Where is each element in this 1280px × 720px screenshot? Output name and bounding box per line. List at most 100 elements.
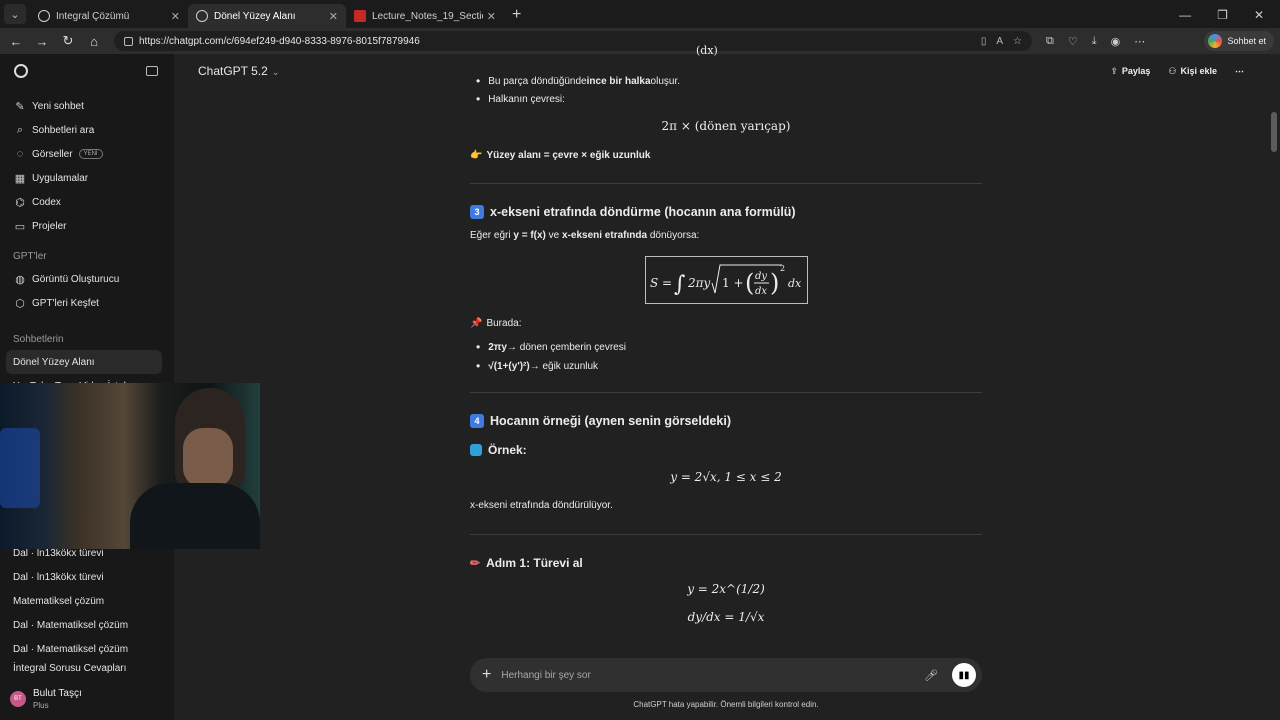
sidebar-item-label: Projeler bbox=[32, 220, 67, 232]
pushpin-icon: 📌 bbox=[470, 318, 483, 329]
sidebar-item-explore-gpts[interactable]: ⬡ GPT'leri Keşfet bbox=[0, 291, 174, 315]
chat-list-lower: Dal · ln13kökx türevi Dal · ln13kökx tür… bbox=[0, 541, 174, 675]
close-tab-icon[interactable]: ✕ bbox=[171, 10, 180, 23]
plus-icon[interactable]: + bbox=[482, 666, 491, 684]
close-tab-icon[interactable]: ✕ bbox=[487, 10, 496, 23]
composer[interactable]: + Herhangi bir şey sor 🎤︎ ▮▮ bbox=[470, 658, 982, 692]
sidebar-item-label: Codex bbox=[32, 196, 61, 208]
minimize-icon[interactable]: — bbox=[1179, 8, 1191, 22]
chatgpt-favicon-icon bbox=[38, 10, 50, 22]
text: Halkanın çevresi: bbox=[488, 93, 565, 105]
formula-dx: dx bbox=[788, 277, 802, 290]
home-icon[interactable]: ⌂ bbox=[84, 34, 104, 49]
sidebar-toggle-icon[interactable] bbox=[146, 66, 158, 76]
lock-icon bbox=[124, 36, 133, 46]
tab-actions-button[interactable]: ⌄ bbox=[4, 4, 26, 24]
paren-right: ) bbox=[770, 269, 779, 297]
share-icon: ⇪ bbox=[1110, 65, 1118, 76]
keycap-3-icon: 3 bbox=[470, 205, 484, 219]
text: oluşur. bbox=[650, 75, 681, 87]
example-heading: Örnek: bbox=[470, 443, 527, 457]
close-tab-icon[interactable]: ✕ bbox=[329, 10, 338, 23]
rotated-text: x-ekseni etrafında döndürülüyor. bbox=[470, 500, 613, 511]
sidebar-item-label: Yeni sohbet bbox=[32, 100, 84, 112]
sidebar-item-label: GPT'leri Keşfet bbox=[32, 297, 99, 309]
sidebar-item-search[interactable]: ⌕ Sohbetleri ara bbox=[0, 118, 174, 142]
user-plan: Plus bbox=[33, 701, 49, 710]
profile-avatar-icon[interactable]: ◉ bbox=[1111, 35, 1121, 48]
tab-integral[interactable]: İntegral Çözümü ✕ bbox=[30, 4, 188, 28]
apps-icon: ▦ bbox=[14, 172, 26, 185]
tab-lecture-pdf[interactable]: Lecture_Notes_19_Section_2.pdf ✕ bbox=[346, 4, 504, 28]
chat-item[interactable]: İntegral Sorusu Cevapları bbox=[0, 661, 174, 675]
webcam-person-face bbox=[183, 428, 233, 488]
text: Yüzey alanı = çevre × eğik uzunluk bbox=[486, 150, 651, 161]
reader-icon[interactable]: ▯ bbox=[981, 36, 987, 47]
chat-item[interactable]: Matematiksel çözüm bbox=[0, 589, 174, 613]
chat-item[interactable]: Dal · Matematiksel çözüm bbox=[0, 637, 174, 661]
sidebar-item-image-creator[interactable]: ◍ Görüntü Oluşturucu bbox=[0, 267, 174, 291]
codex-icon: ⌬ bbox=[15, 196, 25, 209]
disclaimer: ChatGPT hata yapabilir. Önemli bilgileri… bbox=[633, 700, 819, 709]
paren-left: ( bbox=[745, 269, 754, 297]
sidebar-item-label: Görseller bbox=[32, 148, 73, 160]
new-tab-icon[interactable]: + bbox=[512, 6, 521, 24]
prompt-input[interactable]: Herhangi bir şey sor bbox=[501, 670, 924, 681]
scrollbar[interactable] bbox=[1268, 54, 1280, 720]
heading-text: Adım 1: Türevi al bbox=[486, 556, 583, 570]
forward-icon[interactable]: → bbox=[32, 34, 52, 49]
text: dönüyorsa: bbox=[647, 230, 700, 241]
sidebar-item-codex[interactable]: ⌬ Codex bbox=[0, 190, 174, 214]
url-actions: ▯ A ☆ bbox=[981, 36, 1032, 47]
sidebar-item-images[interactable]: ◌ Görseller YENİ bbox=[0, 142, 174, 166]
chat-item[interactable]: Dal · ln13kökx türevi bbox=[0, 565, 174, 589]
frac-dx: dx bbox=[755, 286, 767, 297]
copilot-chat-button[interactable]: Sohbet et bbox=[1204, 31, 1274, 51]
download-icon[interactable]: ⤓ bbox=[1092, 35, 1097, 48]
share-button[interactable]: ⇪ Paylaş bbox=[1110, 66, 1150, 77]
sidebar-item-projects[interactable]: ▭ Projeler bbox=[0, 214, 174, 238]
chat-item[interactable]: Dal · Matematiksel çözüm bbox=[0, 613, 174, 637]
url-text: https://chatgpt.com/c/694ef249-d940-8333… bbox=[139, 35, 420, 47]
tab-donel[interactable]: Dönel Yüzey Alanı ✕ bbox=[188, 4, 346, 28]
heading-text: Hocanın örneği (aynen senin görseldeki) bbox=[490, 414, 732, 428]
sidebar-item-label: Uygulamalar bbox=[32, 172, 89, 184]
main-formula-svg: S = ∫ 2πy 1 + ( dy dx ) 2 dx bbox=[650, 264, 802, 297]
section-4-heading: 4 Hocanın örneği (aynen senin görseldeki) bbox=[470, 414, 731, 428]
section-3-intro: Eğer eğri y = f(x) ve x-ekseni etrafında… bbox=[470, 230, 699, 241]
voice-mode-button[interactable]: ▮▮ bbox=[952, 663, 976, 687]
back-icon[interactable]: ← bbox=[6, 34, 26, 49]
text: Bu parça döndüğünde bbox=[488, 75, 587, 87]
read-aloud-icon[interactable]: A bbox=[996, 36, 1003, 47]
webcam-overlay bbox=[0, 383, 260, 549]
sidebar-item-apps[interactable]: ▦ Uygulamalar bbox=[0, 166, 174, 190]
close-window-icon[interactable]: ✕ bbox=[1254, 8, 1264, 22]
add-person-button[interactable]: ⚇ Kişi ekle bbox=[1168, 66, 1217, 77]
chats-heading: Sohbetlerin bbox=[13, 333, 64, 345]
openai-logo-icon[interactable] bbox=[14, 64, 28, 78]
scrollbar-thumb[interactable] bbox=[1271, 112, 1277, 152]
reload-icon[interactable]: ↻ bbox=[58, 33, 78, 49]
text: → dönen çemberin çevresi bbox=[506, 341, 626, 353]
header-actions: ⇪ Paylaş ⚇ Kişi ekle ⋯ bbox=[1110, 66, 1244, 77]
browser-tabbar: ⌄ İntegral Çözümü ✕ Dönel Yüzey Alanı ✕ … bbox=[0, 0, 1280, 28]
exponent-2: 2 bbox=[780, 264, 785, 273]
user-menu[interactable]: BT Bulut Taşçı Plus bbox=[10, 688, 82, 710]
performance-icon[interactable]: ♡ bbox=[1068, 35, 1078, 48]
url-field[interactable]: https://chatgpt.com/c/694ef249-d940-8333… bbox=[114, 31, 1032, 51]
add-person-icon: ⚇ bbox=[1168, 65, 1177, 76]
gpts-heading: GPT'ler bbox=[13, 250, 47, 262]
text: ve bbox=[545, 230, 562, 241]
extensions-icon[interactable]: ⧉ bbox=[1046, 35, 1054, 48]
sidebar-item-new-chat[interactable]: ✎ Yeni sohbet bbox=[0, 94, 174, 118]
model-selector[interactable]: ChatGPT 5.2 ⌄ bbox=[198, 64, 279, 78]
microphone-icon[interactable]: 🎤︎ bbox=[924, 669, 938, 682]
sidebar-item-label: Görüntü Oluşturucu bbox=[32, 273, 120, 285]
chat-item-active[interactable]: Dönel Yüzey Alanı bbox=[6, 350, 162, 374]
main-chat: ChatGPT 5.2⌄ ⇪Paylaş ⚇Kişi ekle ⋯ (dx) B… bbox=[174, 44, 1268, 720]
favorite-star-icon[interactable]: ☆ bbox=[1013, 36, 1022, 47]
frac-dy: dy bbox=[755, 271, 767, 282]
maximize-icon[interactable]: ❐ bbox=[1217, 8, 1228, 22]
more-options-icon[interactable]: ⋯ bbox=[1235, 66, 1244, 77]
more-icon[interactable]: ⋯ bbox=[1134, 35, 1145, 48]
